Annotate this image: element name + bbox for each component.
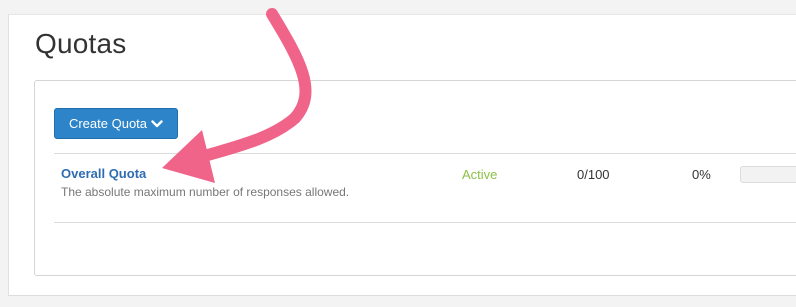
create-quota-label: Create Quota bbox=[68, 116, 148, 131]
quota-count: 0/100 bbox=[577, 167, 610, 182]
page-title: Quotas bbox=[35, 28, 127, 59]
create-quota-button[interactable]: Create Quota bbox=[54, 108, 178, 139]
quota-name-link[interactable]: Overall Quota bbox=[61, 166, 146, 181]
status-badge: Active bbox=[462, 167, 498, 182]
chevron-down-icon bbox=[151, 119, 163, 127]
quota-percent: 0% bbox=[692, 167, 711, 182]
quota-progress-bar bbox=[740, 166, 796, 183]
quota-description: The absolute maximum number of responses… bbox=[61, 185, 350, 199]
